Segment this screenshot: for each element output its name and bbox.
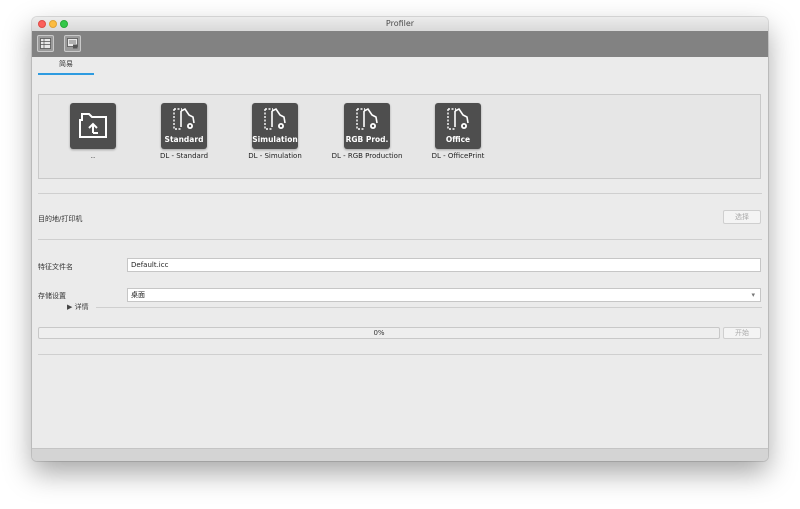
- start-button[interactable]: 开始: [723, 327, 761, 339]
- save-location-value: 桌面: [131, 291, 145, 299]
- progress-text: 0%: [373, 329, 385, 337]
- folder-up-icon: [79, 113, 107, 138]
- title-bar: Profiler: [32, 17, 768, 32]
- profile-tile: Simulation: [252, 103, 298, 149]
- profile-name-field[interactable]: Default.icc: [127, 258, 761, 272]
- profile-table-icon: [40, 38, 51, 49]
- profile-label: DL - Standard: [159, 152, 209, 160]
- profile-list: .. Standard DL - Standard Simulation DL …: [38, 94, 761, 179]
- select-destination-button[interactable]: 选择: [723, 210, 761, 224]
- profile-tag: Simulation: [252, 135, 298, 144]
- save-settings-label: 存储设置: [38, 292, 66, 300]
- profile-label: DL - OfficePrint: [431, 152, 485, 160]
- profile-tag: Standard: [164, 135, 204, 144]
- profiler-window: Profiler 简易 .. Standard DL - Standard Si…: [32, 17, 768, 461]
- profile-item-simulation[interactable]: Simulation DL - Simulation: [235, 103, 315, 160]
- destination-label: 目的地/打印机: [38, 215, 83, 223]
- profile-table-button[interactable]: [37, 35, 54, 52]
- profile-name-label: 特征文件名: [38, 263, 73, 271]
- profile-tag: Office: [445, 135, 471, 144]
- profile-tile: Office: [435, 103, 481, 149]
- divider: [38, 193, 762, 194]
- profile-label: DL - Simulation: [248, 152, 302, 160]
- profile-label: ..: [90, 152, 96, 160]
- tab-simple[interactable]: 简易: [38, 59, 94, 75]
- profile-export-icon: [67, 38, 78, 49]
- chevron-down-icon: ▾: [751, 291, 755, 299]
- status-bar: [32, 448, 768, 461]
- profile-tile: RGB Prod.: [344, 103, 390, 149]
- profile-label: DL - RGB Production: [331, 152, 403, 160]
- profile-item-rgb-production[interactable]: RGB Prod. DL - RGB Production: [327, 103, 407, 160]
- progress-bar: 0%: [38, 327, 720, 339]
- divider: [96, 307, 762, 308]
- details-disclosure[interactable]: ▶ 详情: [67, 302, 89, 312]
- profile-item-standard[interactable]: Standard DL - Standard: [144, 103, 224, 160]
- profile-export-button[interactable]: [64, 35, 81, 52]
- window-title: Profiler: [385, 19, 415, 28]
- profile-item-parent-folder[interactable]: ..: [53, 103, 133, 160]
- profile-tag: RGB Prod.: [345, 135, 389, 144]
- divider: [38, 239, 762, 240]
- toolbar: [32, 31, 768, 57]
- profile-item-officeprint[interactable]: Office DL - OfficePrint: [418, 103, 498, 160]
- profile-tile: Standard: [161, 103, 207, 149]
- divider: [38, 354, 762, 355]
- save-location-select[interactable]: 桌面 ▾: [127, 288, 761, 302]
- profile-tile: [70, 103, 116, 149]
